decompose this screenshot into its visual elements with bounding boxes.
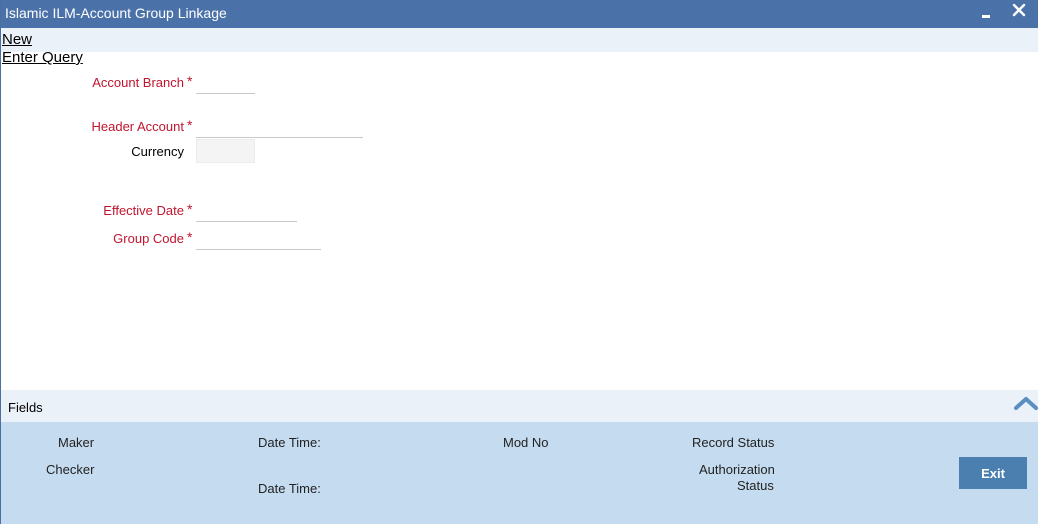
currency-label: Currency bbox=[131, 144, 184, 159]
checker-label: Checker bbox=[46, 462, 95, 477]
authorization-status-label-line2: Status bbox=[737, 478, 774, 493]
header-account-label: Header Account bbox=[91, 119, 184, 134]
menu-bar bbox=[1, 28, 1038, 52]
record-status-label: Record Status bbox=[692, 435, 775, 450]
window-title: Islamic ILM-Account Group Linkage bbox=[5, 5, 227, 21]
checker-date-time-label: Date Time: bbox=[258, 481, 321, 496]
effective-date-input[interactable] bbox=[196, 202, 297, 222]
mod-no-label: Mod No bbox=[503, 435, 549, 450]
minimize-icon[interactable] bbox=[979, 6, 995, 22]
effective-date-required-mark: * bbox=[187, 201, 193, 217]
fields-label[interactable]: Fields bbox=[8, 400, 43, 415]
header-account-required-mark: * bbox=[187, 117, 193, 133]
maker-date-time-label: Date Time: bbox=[258, 435, 321, 450]
effective-date-label: Effective Date bbox=[103, 203, 184, 218]
account-branch-label: Account Branch bbox=[92, 75, 184, 90]
audit-footer: Maker Checker Date Time: Date Time: Mod … bbox=[1, 422, 1038, 524]
chevron-up-icon[interactable] bbox=[1013, 393, 1038, 413]
account-branch-required-mark: * bbox=[187, 73, 193, 89]
authorization-status-label-line1: Authorization bbox=[699, 462, 775, 477]
app-window: Islamic ILM-Account Group Linkage New En… bbox=[0, 0, 1038, 524]
fields-bar: Fields bbox=[1, 390, 1038, 422]
group-code-required-mark: * bbox=[187, 229, 193, 245]
close-icon[interactable] bbox=[1009, 1, 1029, 21]
maker-label: Maker bbox=[58, 435, 95, 450]
group-code-input[interactable] bbox=[196, 230, 321, 250]
title-bar: Islamic ILM-Account Group Linkage bbox=[1, 0, 1038, 28]
group-code-label: Group Code bbox=[113, 231, 184, 246]
exit-button[interactable]: Exit bbox=[959, 457, 1027, 489]
currency-field[interactable] bbox=[196, 139, 255, 163]
account-branch-input[interactable] bbox=[196, 74, 255, 94]
header-account-input[interactable] bbox=[196, 118, 363, 138]
enter-query-link[interactable]: Enter Query bbox=[2, 49, 83, 67]
new-link[interactable]: New bbox=[2, 31, 32, 49]
